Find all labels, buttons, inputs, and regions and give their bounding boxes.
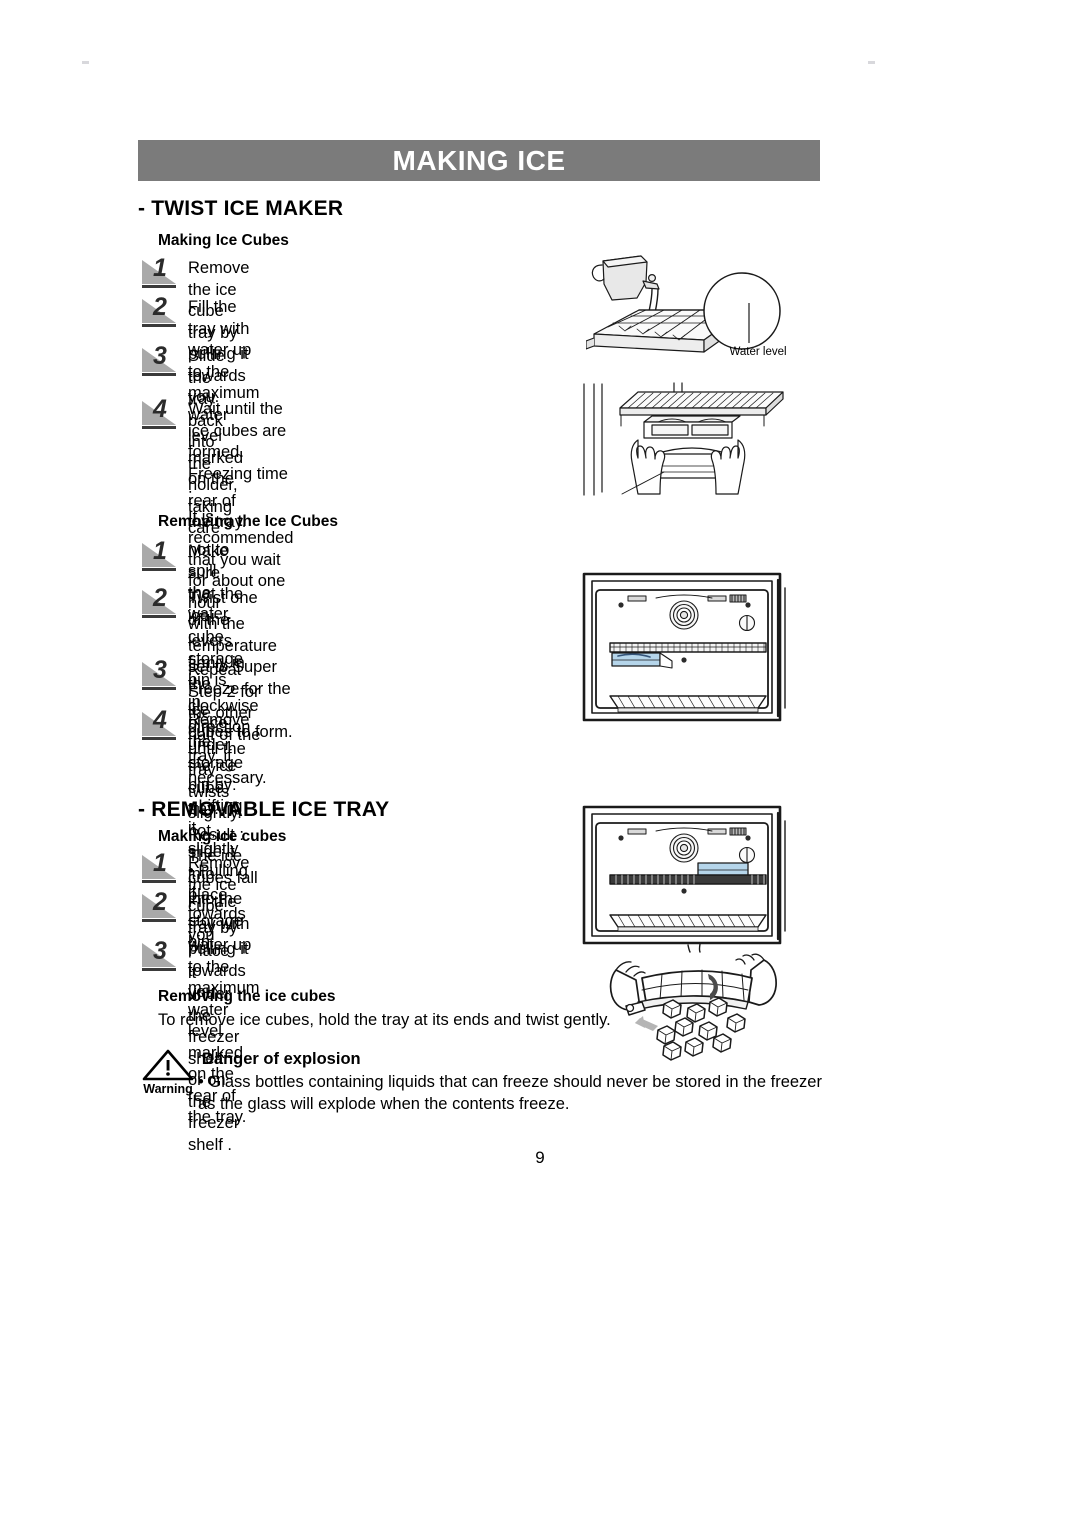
paragraph-removing-ice-cubes: To remove ice cubes, hold the tray at it… xyxy=(158,1011,611,1029)
step-number-underline xyxy=(142,615,176,618)
chapter-title: MAKING ICE xyxy=(392,144,566,176)
step-number-glyph: 4 xyxy=(153,395,167,423)
crop-mark-top-right xyxy=(868,61,875,64)
step-number-badge: 3 xyxy=(140,937,180,974)
illustration-pour-water-into-tray: Water level xyxy=(586,248,806,368)
step-number-badge: 4 xyxy=(140,706,180,743)
step-number-badge: 1 xyxy=(140,254,180,291)
step-number-badge: 3 xyxy=(140,342,180,379)
step-number-underline xyxy=(142,568,176,571)
illustration-caption-water-level: Water level xyxy=(729,346,786,358)
step-number-badge: 2 xyxy=(140,888,180,925)
step-number-underline xyxy=(142,737,176,740)
step-number-underline xyxy=(142,880,176,883)
page-number: 9 xyxy=(535,1148,545,1167)
illustration-freezer-tray-on-shelf xyxy=(580,803,795,953)
step-number-glyph: 1 xyxy=(153,254,167,282)
section-title-twist-ice-maker: - TWIST ICE MAKER xyxy=(138,197,344,220)
crop-mark-top-left xyxy=(82,61,89,64)
step-number-glyph: 1 xyxy=(153,849,167,877)
warning-icon-label: Warning xyxy=(143,1082,193,1096)
subheading-removing-the-ice-cubes-2: Removing the ice cubes xyxy=(158,988,336,1005)
illustration-tray-into-holder xyxy=(578,382,793,497)
step-number-underline xyxy=(142,426,176,429)
subheading-making-ice-cubes: Making Ice Cubes xyxy=(158,232,289,249)
step-number-glyph: 3 xyxy=(153,937,167,965)
step-number-glyph: 2 xyxy=(153,293,167,321)
step-number-glyph: 2 xyxy=(153,584,167,612)
step-number-underline xyxy=(142,968,176,971)
illustration-twist-tray-cubes-falling xyxy=(604,952,804,1062)
warning-triangle-icon xyxy=(142,1049,194,1081)
warning-icon-group: Warning xyxy=(140,1048,196,1096)
warning-text: • Glass bottles containing liquids that … xyxy=(198,1073,822,1113)
step-number-badge: 2 xyxy=(140,584,180,621)
step-number-underline xyxy=(142,373,176,376)
step-number-underline xyxy=(142,919,176,922)
step-number-badge: 1 xyxy=(140,849,180,886)
step-number-glyph: 3 xyxy=(153,656,167,684)
step-number-underline xyxy=(142,687,176,690)
step-number-glyph: 1 xyxy=(153,537,167,565)
step-number-glyph: 2 xyxy=(153,888,167,916)
warning-title: Danger of explosion xyxy=(202,1050,361,1068)
illustration-freezer-bin-under-shelf xyxy=(580,568,795,743)
manual-page: MAKING ICE - TWIST ICE MAKER Making Ice … xyxy=(0,0,1080,1528)
subheading-removing-the-ice-cubes: Removing the Ice Cubes xyxy=(158,513,339,530)
step-number-underline xyxy=(142,324,176,327)
step-number-underline xyxy=(142,285,176,288)
chapter-header-bar: MAKING ICE xyxy=(138,140,820,181)
step-number-glyph: 3 xyxy=(153,342,167,370)
subheading-making-ice-cubes-2: Making ice cubes xyxy=(158,828,287,845)
step-number-badge: 1 xyxy=(140,537,180,574)
step-number-badge: 4 xyxy=(140,395,180,432)
step-number-badge: 2 xyxy=(140,293,180,330)
step-number-badge: 3 xyxy=(140,656,180,693)
section-title-removable-ice-tray: - REMOVABLE ICE TRAY xyxy=(138,798,390,821)
step-number-glyph: 4 xyxy=(153,706,167,734)
